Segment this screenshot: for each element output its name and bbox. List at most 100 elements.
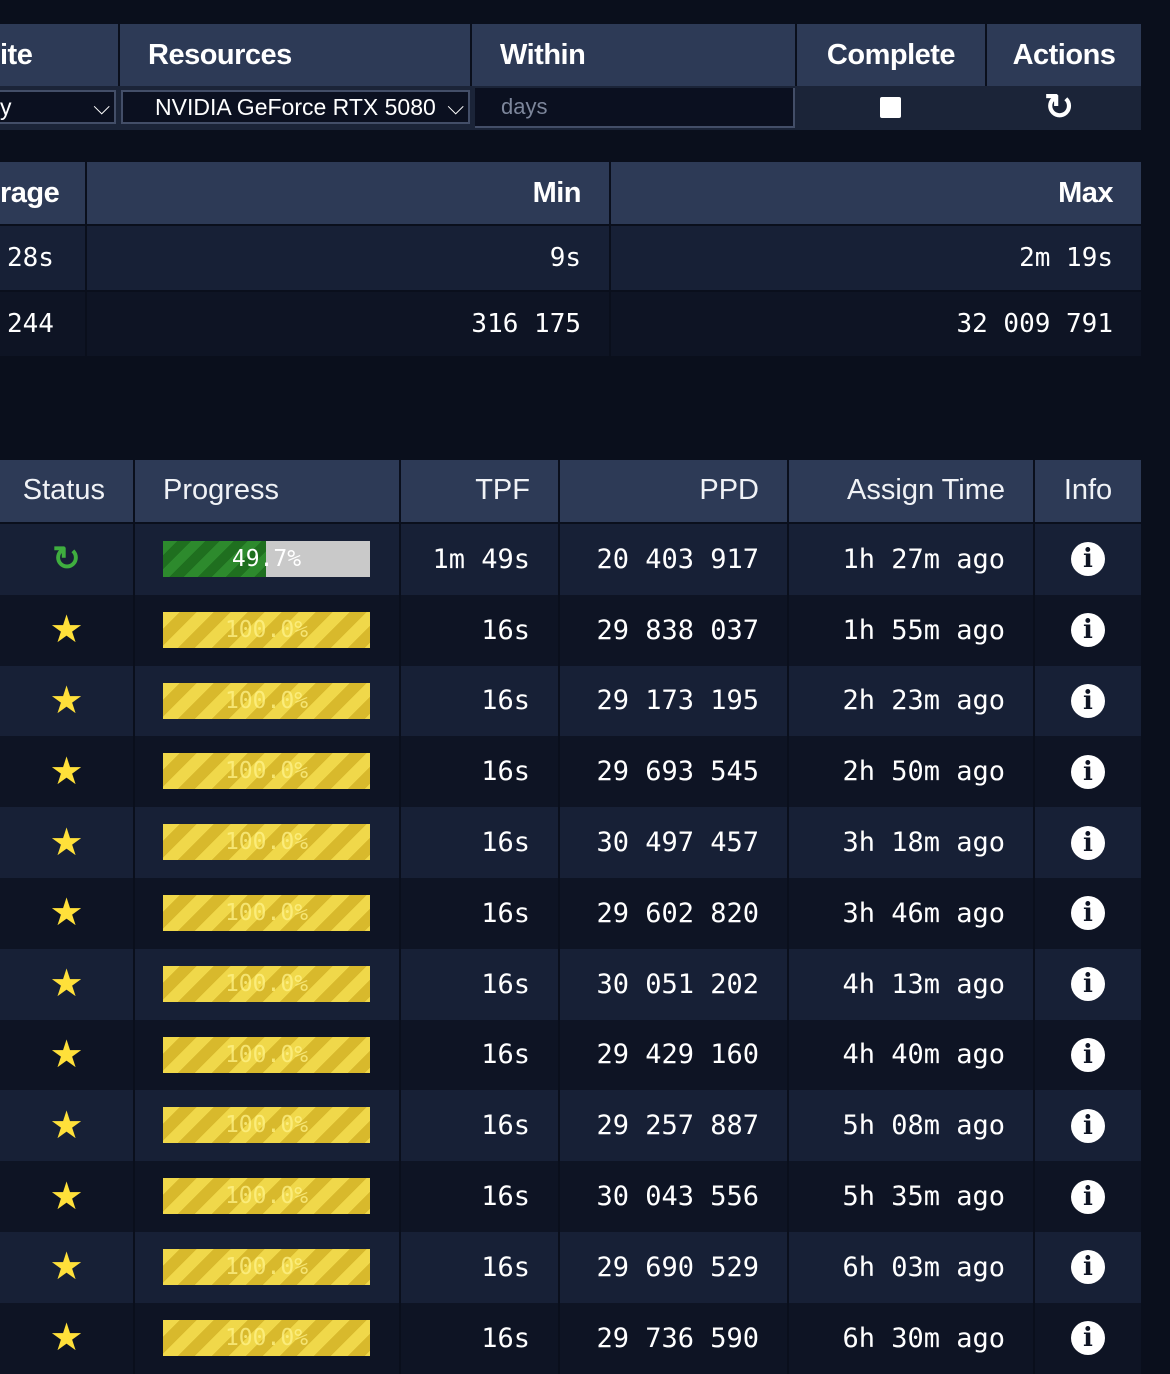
column-divider [1033,665,1035,737]
progress-bar: 49.7% [163,541,370,577]
table-row: ★ 100.0% 16s 29 602 820 3h 46m ago i [0,878,1141,949]
status-cell: ★ [0,1303,133,1374]
star-icon: ★ [49,609,84,652]
sync-icon: ↻ [52,540,81,579]
progress-header: Progress [135,460,399,522]
progress-bar: 100.0% [163,895,370,931]
info-cell: i [1035,1090,1141,1161]
refresh-button[interactable]: ↻ [1044,89,1074,125]
info-icon[interactable]: i [1071,967,1105,1002]
column-divider [399,948,401,1020]
column-divider [558,524,560,595]
column-divider [133,807,135,878]
assign-time-cell: 1h 55m ago [789,595,1033,666]
tpf-value: 1m 49s [432,543,530,575]
column-divider [399,1019,401,1091]
star-icon: ★ [49,1033,84,1076]
status-cell: ★ [0,595,133,666]
assign-time-cell: 4h 40m ago [789,1020,1033,1091]
ppd-cell: 30 043 556 [560,1161,787,1232]
ppd-value: 30 051 202 [596,968,759,1000]
tpf-value: 16s [481,1251,530,1283]
column-divider [1033,1161,1035,1232]
assign-time-value: 3h 46m ago [842,897,1005,929]
info-icon[interactable]: i [1071,896,1105,931]
ppd-cell: 29 736 590 [560,1303,787,1374]
assign-time-value: 5h 35m ago [842,1181,1005,1213]
info-icon[interactable]: i [1071,542,1105,577]
state-header-label: ite [0,39,33,71]
star-icon: ★ [49,1246,84,1289]
info-icon[interactable]: i [1071,825,1105,860]
info-icon[interactable]: i [1071,1037,1105,1072]
info-icon[interactable]: i [1071,683,1105,718]
column-divider [133,1161,135,1232]
stats-value: 316 175 [471,309,581,339]
stats-min-time: 9s [87,226,609,290]
info-cell: i [1035,595,1141,666]
assign-time-cell: 6h 30m ago [789,1303,1033,1374]
ppd-cell: 29 173 195 [560,666,787,737]
resources-select[interactable]: NVIDIA GeForce RTX 5080 ⌵ [121,90,470,124]
within-days-input[interactable] [475,88,795,128]
info-icon[interactable]: i [1071,754,1105,789]
assign-time-value: 6h 03m ago [842,1251,1005,1283]
column-divider [133,594,135,666]
info-icon[interactable]: i [1071,613,1105,648]
max-header-label: Max [1058,177,1113,209]
stats-value: 9s [549,243,581,273]
column-divider [558,736,560,808]
info-icon[interactable]: i [1071,1250,1105,1285]
tpf-cell: 16s [401,595,558,666]
tpf-value: 16s [481,685,530,717]
assign-time-value: 4h 40m ago [842,1039,1005,1071]
assign-time-value: 2h 23m ago [842,685,1005,717]
tpf-cell: 16s [401,1020,558,1091]
info-icon[interactable]: i [1071,1321,1105,1356]
ppd-value: 29 429 160 [596,1039,759,1071]
column-divider [558,1302,560,1374]
complete-header: Complete [797,24,985,86]
stats-value: 244 [7,309,54,339]
star-icon: ★ [49,892,84,935]
ppd-cell: 29 429 160 [560,1020,787,1091]
column-divider [399,807,401,878]
stats-value: 32 009 791 [956,309,1113,339]
info-icon[interactable]: i [1071,1179,1105,1214]
status-cell: ★ [0,1161,133,1232]
chevron-down-icon: ⌵ [445,92,464,122]
tpf-cell: 16s [401,666,558,737]
chevron-down-icon: ⌵ [93,94,110,119]
stats-average-time: 28s [0,226,85,290]
assign-time-value: 1h 55m ago [842,614,1005,646]
progress-bar: 100.0% [163,682,370,719]
resources-select-value: NVIDIA GeForce RTX 5080 [155,94,436,120]
state-select[interactable]: y ⌵ [0,90,116,124]
ppd-header: PPD [560,460,787,522]
ppd-value: 29 173 195 [596,685,759,717]
table-row: ★ 100.0% 16s 29 173 195 2h 23m ago i [0,665,1141,737]
ppd-value: 29 693 545 [596,756,759,788]
filter-table: ite Resources Within Complete Actions y … [0,24,1141,130]
complete-checkbox[interactable] [880,97,901,118]
column-divider [558,1090,560,1162]
ppd-value: 29 602 820 [596,897,759,929]
status-header-label: Status [22,474,105,506]
ppd-cell: 30 497 457 [560,807,787,878]
column-divider [558,1019,560,1091]
within-header-label: Within [500,39,586,71]
info-icon[interactable]: i [1071,1108,1105,1143]
status-header: Status [0,460,133,522]
refresh-icon: ↻ [1044,86,1075,127]
column-divider [558,878,560,949]
column-divider [787,878,789,949]
progress-label: 100.0% [224,1183,309,1210]
ppd-value: 29 838 037 [596,614,759,646]
table-row: ★ 100.0% 16s 29 257 887 5h 08m ago i [0,1090,1141,1162]
assign-time-cell: 6h 03m ago [789,1232,1033,1303]
tpf-value: 16s [481,897,530,929]
progress-bar: 100.0% [163,965,370,1002]
column-divider [1033,524,1035,595]
table-row: ★ 100.0% 16s 29 690 529 6h 03m ago i [0,1232,1141,1303]
table-row: ★ 100.0% 16s 30 043 556 5h 35m ago i [0,1161,1141,1232]
